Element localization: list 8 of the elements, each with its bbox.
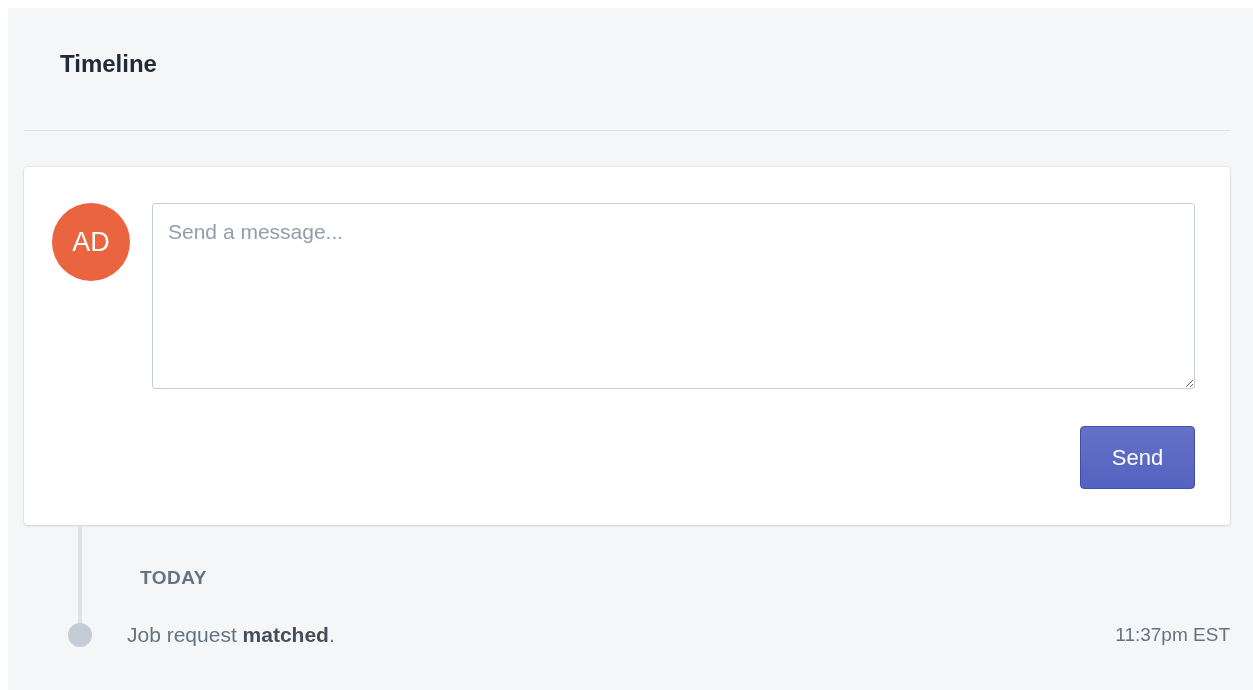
date-heading: TODAY [140,567,207,590]
section-title: Timeline [60,50,157,78]
event-time: 11:37pm EST [1115,624,1230,646]
event-text: Job request matched. [127,623,336,647]
send-button[interactable]: Send [1080,426,1195,489]
timeline-dot-icon [68,623,92,647]
avatar: AD [52,203,130,281]
message-field[interactable]: Send a message... [152,203,1195,389]
